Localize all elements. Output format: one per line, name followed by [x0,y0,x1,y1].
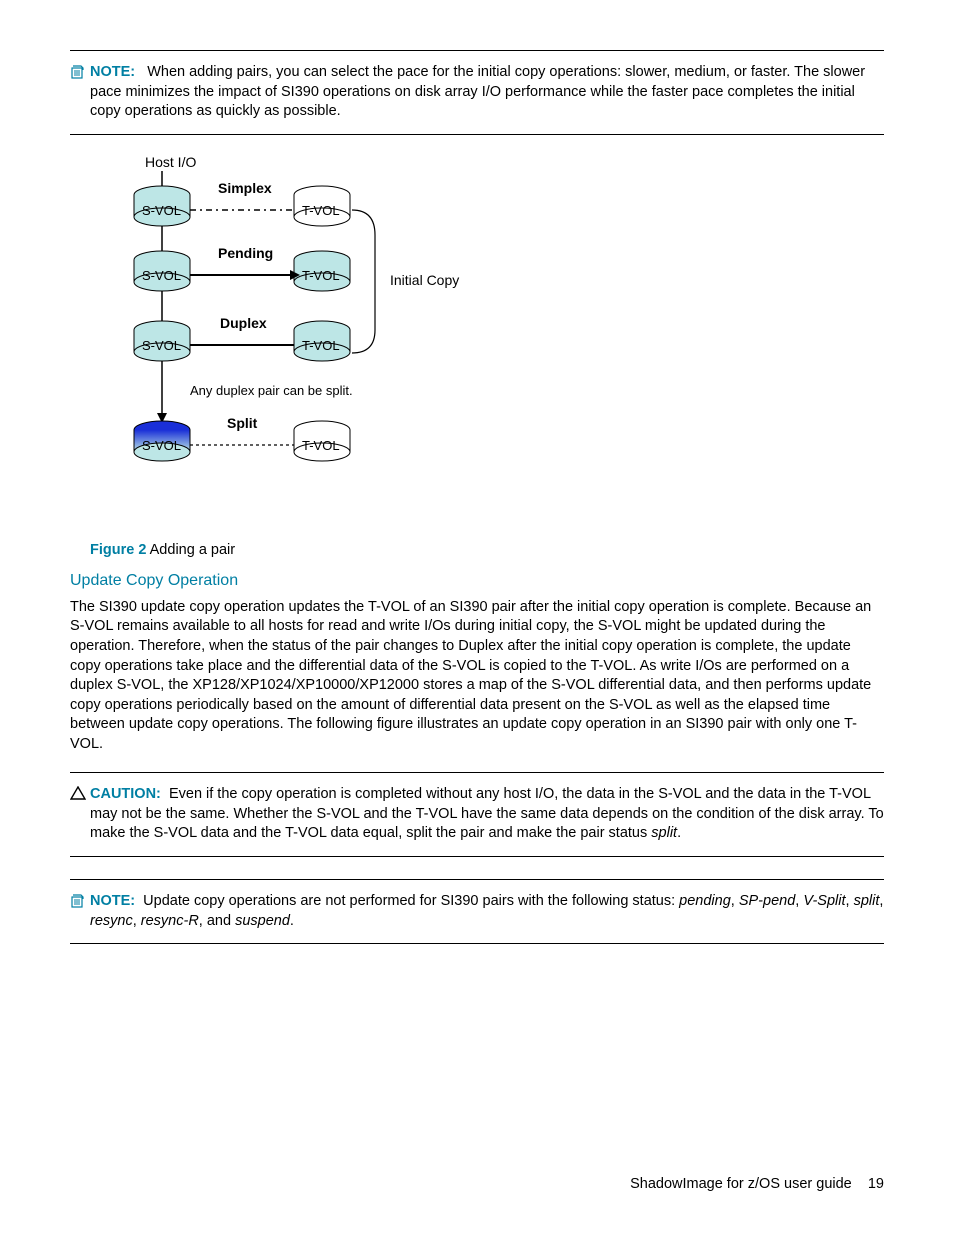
svg-text:S-VOL: S-VOL [142,203,181,218]
caution-text-c: . [677,825,681,841]
note-block-2: NOTE: Update copy operations are not per… [70,880,884,943]
caution-text-b: split [651,825,677,841]
caution-label: CAUTION: [90,786,161,802]
host-io-label: Host I/O [145,155,196,170]
note-label: NOTE: [90,64,135,80]
body-paragraph: The SI390 update copy operation updates … [70,598,884,755]
svol-simplex: S-VOL [134,186,190,226]
figure-label: Figure 2 [90,542,146,558]
note-block: NOTE: When adding pairs, you can select … [70,51,884,134]
tvol-split: T-VOL [294,421,350,461]
caution-body: CAUTION: Even if the copy operation is c… [90,785,884,844]
svg-text:T-VOL: T-VOL [302,268,340,283]
note-body: NOTE: When adding pairs, you can select … [90,63,884,122]
svg-text:T-VOL: T-VOL [302,203,340,218]
figure-caption: Figure 2 Adding a pair [90,541,884,561]
svg-text:S-VOL: S-VOL [142,438,181,453]
svg-text:Pending: Pending [218,245,273,261]
svg-text:S-VOL: S-VOL [142,338,181,353]
tvol-simplex: T-VOL [294,186,350,226]
svg-text:Simplex: Simplex [218,180,272,196]
caution-icon [70,786,90,806]
svg-text:S-VOL: S-VOL [142,268,181,283]
note2-body: NOTE: Update copy operations are not per… [90,892,884,931]
footer-title: ShadowImage for z/OS user guide [630,1176,852,1192]
svol-duplex: S-VOL [134,321,190,361]
note-icon [70,893,90,915]
tvol-pending: T-VOL [294,251,350,291]
rule [70,134,884,135]
svg-text:Split: Split [227,415,258,431]
svg-text:T-VOL: T-VOL [302,438,340,453]
note-text: When adding pairs, you can select the pa… [90,64,865,119]
tvol-duplex: T-VOL [294,321,350,361]
caution-block: CAUTION: Even if the copy operation is c… [70,773,884,856]
diagram: Host I/O S-VOL T-VOL Simplex [90,155,510,535]
svol-pending: S-VOL [134,251,190,291]
page-number: 19 [868,1176,884,1192]
svg-text:T-VOL: T-VOL [302,338,340,353]
svg-text:Initial Copy: Initial Copy [390,272,459,288]
section-title: Update Copy Operation [70,570,884,592]
rule [70,943,884,944]
svol-split: S-VOL [134,421,190,461]
svg-text:Any duplex pair can be split.: Any duplex pair can be split. [190,383,353,398]
caution-text-a: Even if the copy operation is completed … [90,786,884,841]
note2-pre: Update copy operations are not performed… [143,893,679,909]
page-footer: ShadowImage for z/OS user guide 19 [630,1175,884,1195]
figure: Host I/O S-VOL T-VOL Simplex [90,155,884,561]
note-label: NOTE: [90,893,135,909]
svg-text:Duplex: Duplex [220,315,267,331]
note-icon [70,64,90,86]
figure-text: Adding a pair [150,542,235,558]
